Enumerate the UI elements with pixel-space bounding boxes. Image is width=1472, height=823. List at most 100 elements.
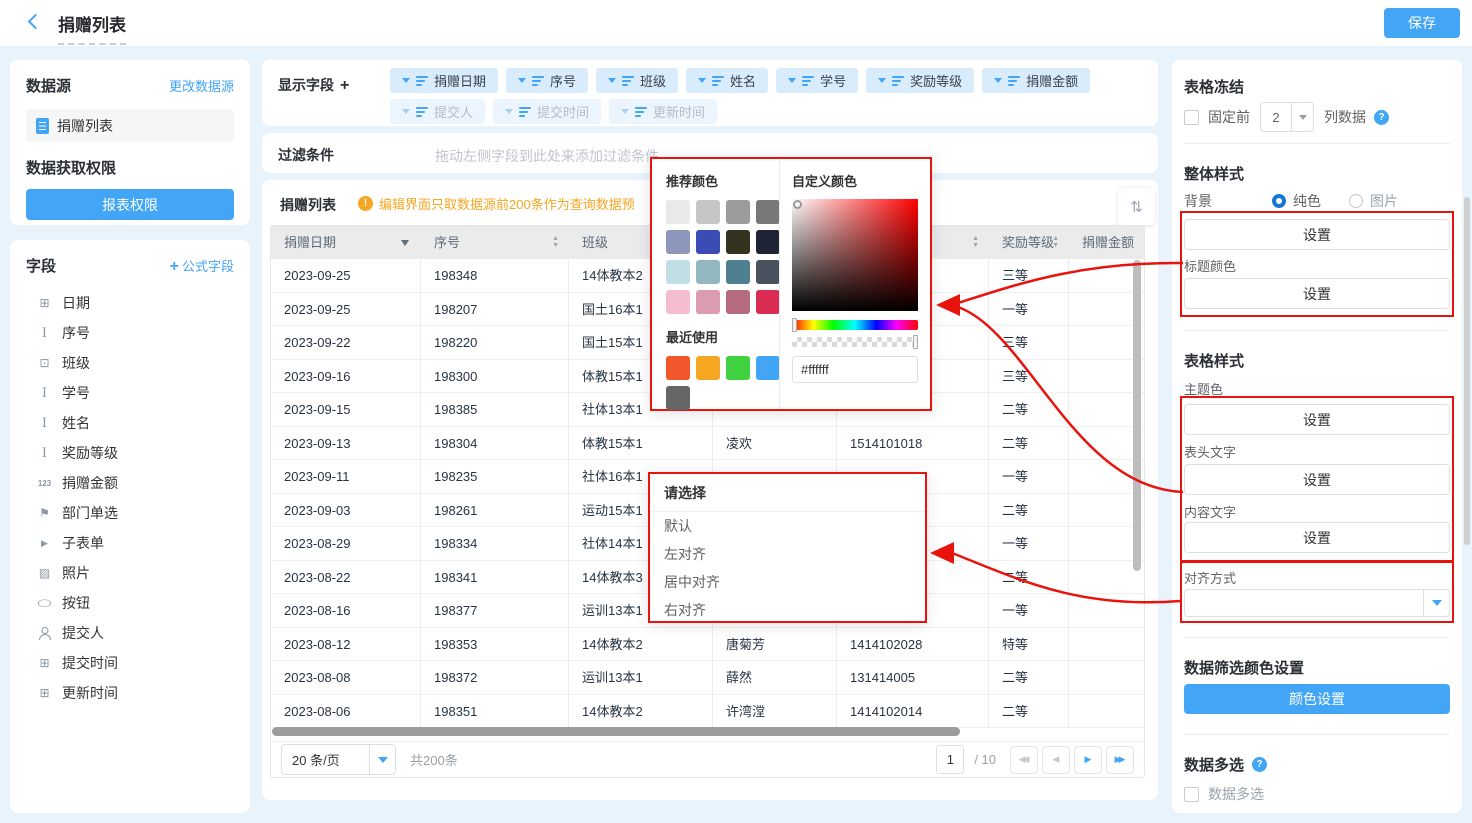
color-setting-button[interactable]: 颜色设置 bbox=[1184, 684, 1450, 714]
filter-placeholder[interactable]: 拖动左侧字段到此处来添加过滤条件 bbox=[435, 146, 659, 166]
page-scrollbar[interactable] bbox=[1464, 197, 1470, 545]
color-swatch[interactable] bbox=[756, 356, 780, 380]
caret-down-icon[interactable] bbox=[401, 240, 409, 246]
saturation-gradient[interactable] bbox=[792, 199, 918, 311]
solid-color-radio[interactable] bbox=[1272, 194, 1286, 208]
field-chip[interactable]: 捐赠日期 bbox=[390, 68, 498, 93]
hue-handle[interactable] bbox=[792, 318, 797, 332]
field-chip[interactable]: 姓名 bbox=[686, 68, 768, 93]
field-item[interactable]: ▶ 子表单 bbox=[10, 528, 250, 558]
color-swatch[interactable] bbox=[666, 260, 690, 284]
color-swatch[interactable] bbox=[756, 200, 780, 224]
align-option[interactable]: 左对齐 bbox=[650, 540, 925, 568]
color-swatch[interactable] bbox=[726, 356, 750, 380]
field-item[interactable]: ▨ 照片 bbox=[10, 558, 250, 588]
field-item[interactable]: I 奖励等级 bbox=[10, 438, 250, 468]
prev-page-button[interactable]: ◀ bbox=[1042, 746, 1070, 774]
field-item[interactable]: ⊞ 提交时间 bbox=[10, 648, 250, 678]
column-header[interactable]: 捐赠日期 bbox=[271, 226, 421, 259]
field-item[interactable]: ⊞ 更新时间 bbox=[10, 678, 250, 708]
table-row[interactable]: 2023-08-1219835314体教本2唐菊芳1414102028特等 bbox=[271, 628, 1144, 662]
table-row[interactable]: 2023-09-13198304体教15本1凌欢1514101018二等 bbox=[271, 427, 1144, 461]
field-chip[interactable]: 序号 bbox=[506, 68, 588, 93]
theme-color-setting-button[interactable]: 设置 bbox=[1184, 404, 1450, 435]
field-item[interactable]: 提交人 bbox=[10, 618, 250, 648]
color-swatch[interactable] bbox=[726, 290, 750, 314]
horizontal-scrollbar[interactable] bbox=[272, 727, 960, 736]
first-page-button[interactable]: ◀◀ bbox=[1010, 746, 1038, 774]
color-swatch[interactable] bbox=[726, 200, 750, 224]
background-setting-button[interactable]: 设置 bbox=[1184, 219, 1450, 250]
color-swatch[interactable] bbox=[756, 290, 780, 314]
field-chip[interactable]: 捐赠金额 bbox=[982, 68, 1090, 93]
report-permission-button[interactable]: 报表权限 bbox=[26, 189, 234, 220]
table-sort-button[interactable]: ⇅ bbox=[1118, 188, 1155, 225]
column-header[interactable]: 序号▲▼ bbox=[421, 226, 569, 259]
last-page-button[interactable]: ▶▶ bbox=[1106, 746, 1134, 774]
color-swatch[interactable] bbox=[696, 230, 720, 254]
help-icon[interactable]: ? bbox=[1252, 757, 1267, 772]
align-select[interactable] bbox=[1184, 589, 1450, 617]
align-option[interactable]: 右对齐 bbox=[650, 596, 925, 624]
color-swatch[interactable] bbox=[666, 200, 690, 224]
field-item[interactable]: ◯ 按钮 bbox=[10, 588, 250, 618]
align-option[interactable]: 默认 bbox=[650, 512, 925, 540]
header-text-setting-button[interactable]: 设置 bbox=[1184, 464, 1450, 495]
color-swatch[interactable] bbox=[666, 386, 690, 410]
color-swatch[interactable] bbox=[696, 290, 720, 314]
image-radio[interactable] bbox=[1349, 194, 1363, 208]
color-swatch[interactable] bbox=[756, 260, 780, 284]
content-text-setting-button[interactable]: 设置 bbox=[1184, 522, 1450, 553]
back-icon[interactable] bbox=[28, 14, 44, 30]
field-item[interactable]: I 姓名 bbox=[10, 408, 250, 438]
hue-slider[interactable] bbox=[792, 320, 918, 330]
field-chip[interactable]: 更新时间 bbox=[609, 99, 717, 124]
table-row[interactable]: 2023-08-0619835114体教本2许湾漟1414102014二等 bbox=[271, 695, 1144, 729]
field-chip[interactable]: 提交人 bbox=[390, 99, 485, 124]
color-swatch[interactable] bbox=[726, 260, 750, 284]
field-item[interactable]: ⚑ 部门单选 bbox=[10, 498, 250, 528]
multi-select-checkbox[interactable] bbox=[1184, 787, 1199, 802]
color-swatch[interactable] bbox=[696, 200, 720, 224]
vertical-scrollbar[interactable] bbox=[1133, 260, 1141, 571]
column-header[interactable]: 奖励等级▲▼ bbox=[989, 226, 1069, 259]
page-number-input[interactable] bbox=[936, 745, 964, 774]
formula-field-link[interactable]: +公式字段 bbox=[170, 256, 234, 276]
color-swatch[interactable] bbox=[666, 356, 690, 380]
hex-color-input[interactable] bbox=[792, 356, 918, 383]
field-chip[interactable]: 提交时间 bbox=[493, 99, 601, 124]
align-option[interactable]: 居中对齐 bbox=[650, 568, 925, 596]
alpha-handle[interactable] bbox=[913, 335, 918, 349]
field-chip[interactable]: 学号 bbox=[776, 68, 858, 93]
add-field-icon[interactable]: + bbox=[340, 77, 349, 94]
table-row[interactable]: 2023-08-08198372运训13本1薛然131414005二等 bbox=[271, 661, 1144, 695]
field-item[interactable]: I 学号 bbox=[10, 378, 250, 408]
field-chip[interactable]: 奖励等级 bbox=[866, 68, 974, 93]
color-swatch[interactable] bbox=[666, 230, 690, 254]
color-swatch[interactable] bbox=[726, 230, 750, 254]
field-item[interactable]: 123 捐赠金额 bbox=[10, 468, 250, 498]
color-swatch[interactable] bbox=[696, 356, 720, 380]
color-swatch[interactable] bbox=[666, 290, 690, 314]
freeze-checkbox[interactable] bbox=[1184, 110, 1199, 125]
page-size-select[interactable]: 20 条/页 bbox=[281, 744, 396, 775]
title-color-setting-button[interactable]: 设置 bbox=[1184, 278, 1450, 309]
sort-icon[interactable]: ▲▼ bbox=[552, 235, 559, 249]
field-item[interactable]: ⊞ 日期 bbox=[10, 288, 250, 318]
color-cursor[interactable] bbox=[793, 200, 802, 209]
help-icon[interactable]: ? bbox=[1374, 110, 1389, 125]
field-chip[interactable]: 班级 bbox=[596, 68, 678, 93]
field-item[interactable]: ⊡ 班级 bbox=[10, 348, 250, 378]
save-button[interactable]: 保存 bbox=[1384, 8, 1460, 38]
datasource-item[interactable]: 捐赠列表 bbox=[26, 109, 234, 142]
field-item[interactable]: I 序号 bbox=[10, 318, 250, 348]
alpha-slider[interactable] bbox=[792, 337, 918, 347]
next-page-button[interactable]: ▶ bbox=[1074, 746, 1102, 774]
sort-icon[interactable]: ▲▼ bbox=[1052, 235, 1059, 249]
color-swatch[interactable] bbox=[696, 260, 720, 284]
sort-icon[interactable]: ▲▼ bbox=[972, 235, 979, 249]
freeze-count-select[interactable]: 2 bbox=[1260, 102, 1314, 132]
change-datasource-link[interactable]: 更改数据源 bbox=[169, 76, 234, 95]
color-swatch[interactable] bbox=[756, 230, 780, 254]
column-header[interactable]: 捐赠金额 bbox=[1069, 226, 1144, 259]
